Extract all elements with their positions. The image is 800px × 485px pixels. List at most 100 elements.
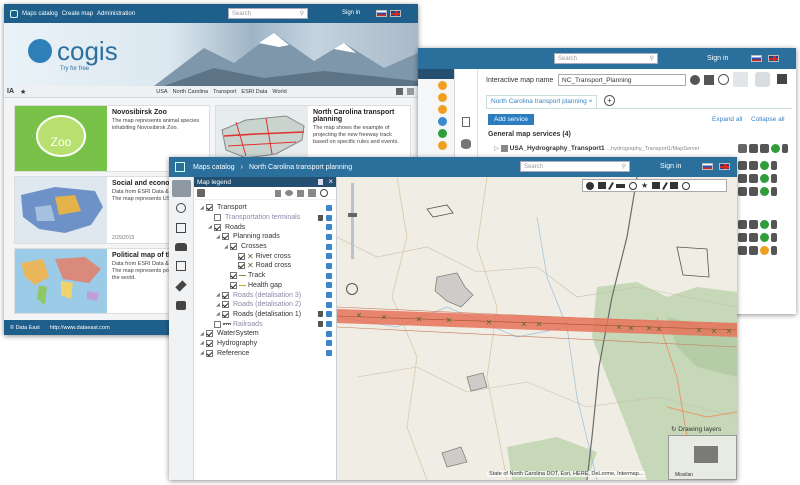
tab-nc-transport[interactable]: North Carolina transport planning × bbox=[486, 95, 598, 108]
legend-layer-row[interactable]: ◢ Crosses bbox=[194, 242, 336, 252]
catalog-search[interactable]: Search ⚲ bbox=[228, 8, 308, 19]
legend-layer-row[interactable]: ◢ Roads (detalisation 2) bbox=[194, 300, 336, 310]
export-icon[interactable] bbox=[670, 182, 679, 189]
legend-layer-row[interactable]: ◢ WaterSystem bbox=[194, 329, 336, 339]
footer-link[interactable]: http://www.dataeast.com bbox=[50, 325, 110, 331]
nav-administration[interactable]: Administration bbox=[97, 11, 135, 17]
check-icon[interactable] bbox=[760, 220, 769, 229]
layer-table-icon[interactable] bbox=[326, 262, 332, 269]
view-icon-label[interactable]: IA bbox=[7, 88, 14, 95]
list-icon[interactable] bbox=[275, 189, 281, 197]
save-icon[interactable] bbox=[777, 74, 787, 84]
grid-view-icon[interactable] bbox=[396, 88, 403, 95]
drawing-layers[interactable]: ↻ Drawing layers bbox=[671, 425, 721, 433]
close-tab-icon[interactable]: × bbox=[589, 98, 593, 105]
shield-icon[interactable] bbox=[749, 246, 758, 255]
zoom-in-icon[interactable] bbox=[629, 181, 637, 190]
legend-layer-row[interactable]: Transportation terminals bbox=[194, 213, 336, 223]
measure-icon[interactable] bbox=[616, 183, 625, 188]
add-service-button[interactable]: Add service bbox=[488, 114, 534, 125]
edit-icon[interactable] bbox=[176, 261, 186, 271]
ruler-icon[interactable] bbox=[662, 181, 669, 190]
shield-icon[interactable] bbox=[749, 220, 758, 229]
layer-table-icon[interactable] bbox=[326, 321, 332, 328]
trash-icon[interactable] bbox=[771, 246, 777, 255]
minimap[interactable]: Missilan bbox=[668, 435, 737, 480]
trash-icon[interactable] bbox=[771, 161, 777, 170]
trash-icon[interactable] bbox=[782, 144, 788, 153]
info-icon[interactable] bbox=[586, 181, 594, 190]
layers-tool-icon[interactable] bbox=[733, 72, 748, 87]
legend-layer-row[interactable]: ◢ Roads (detalisation 3) bbox=[194, 290, 336, 300]
trash-icon[interactable] bbox=[771, 233, 777, 242]
eye-icon[interactable] bbox=[285, 190, 293, 196]
flag-uk-icon[interactable] bbox=[719, 163, 730, 170]
filter-usa[interactable]: USA bbox=[156, 89, 167, 95]
shield-icon[interactable] bbox=[760, 144, 769, 153]
dropdown-icon[interactable] bbox=[308, 189, 316, 197]
gear-icon[interactable] bbox=[755, 72, 770, 87]
database-icon[interactable] bbox=[461, 139, 471, 149]
flag-uk-icon[interactable] bbox=[390, 10, 401, 17]
map-canvas[interactable]: ★ ↻ Drawing layers Missilan State of Nor… bbox=[337, 177, 737, 480]
layer-checkbox[interactable] bbox=[222, 301, 229, 309]
filter-transport[interactable]: Transport bbox=[213, 89, 236, 95]
trash-icon[interactable] bbox=[771, 174, 777, 183]
trash-icon[interactable] bbox=[318, 321, 323, 328]
shield-icon[interactable] bbox=[749, 187, 758, 196]
layer-table-icon[interactable] bbox=[326, 233, 332, 240]
trash-icon[interactable] bbox=[318, 311, 323, 318]
layer-table-icon[interactable] bbox=[326, 214, 332, 221]
eye-icon[interactable] bbox=[738, 144, 747, 153]
star-icon[interactable]: ★ bbox=[20, 88, 26, 96]
filter-esri-data[interactable]: ESRI Data bbox=[241, 89, 267, 95]
nav-maps-catalog[interactable]: Maps catalog bbox=[22, 11, 58, 17]
layer-table-icon[interactable] bbox=[326, 243, 332, 250]
layer-table-icon[interactable] bbox=[326, 292, 332, 299]
layers-stack-icon[interactable] bbox=[197, 189, 205, 197]
home-icon[interactable] bbox=[738, 161, 747, 170]
check-icon[interactable] bbox=[760, 233, 769, 242]
layer-table-icon[interactable] bbox=[326, 282, 332, 289]
nav-create-map[interactable]: Create map bbox=[62, 11, 93, 17]
flag-ru-icon[interactable] bbox=[376, 10, 387, 17]
zoom-handle[interactable] bbox=[348, 213, 357, 217]
layer-checkbox[interactable] bbox=[230, 281, 237, 289]
layer-table-icon[interactable] bbox=[326, 301, 332, 308]
close-icon[interactable]: × bbox=[328, 177, 333, 186]
search-tool-icon[interactable] bbox=[176, 203, 186, 213]
pencil-icon[interactable] bbox=[608, 181, 614, 190]
legend-layer-row[interactable]: ✕ Road cross bbox=[194, 261, 336, 271]
collapse-all-link[interactable]: Collapse all bbox=[751, 116, 785, 123]
map-card-social-economic[interactable]: Social and economic Data from ESRI Data … bbox=[14, 176, 184, 244]
screen-icon[interactable] bbox=[598, 182, 606, 189]
star-icon[interactable]: ★ bbox=[641, 181, 648, 190]
layer-checkbox[interactable] bbox=[214, 223, 221, 231]
layer-table-icon[interactable] bbox=[326, 340, 332, 347]
trash-icon[interactable] bbox=[771, 187, 777, 196]
flag-ru-icon[interactable] bbox=[702, 163, 713, 170]
layer-checkbox[interactable] bbox=[222, 233, 229, 241]
layer-checkbox[interactable] bbox=[230, 272, 237, 280]
hammer-icon[interactable] bbox=[175, 280, 187, 292]
home-icon[interactable] bbox=[738, 187, 747, 196]
shield-icon[interactable] bbox=[749, 233, 758, 242]
add-tab-icon[interactable]: + bbox=[604, 95, 615, 106]
share-icon[interactable] bbox=[682, 181, 691, 190]
layer-table-icon[interactable] bbox=[326, 330, 332, 337]
layer-table-icon[interactable] bbox=[326, 253, 332, 260]
layer-checkbox[interactable] bbox=[206, 339, 213, 347]
check-icon[interactable] bbox=[760, 187, 769, 196]
pin-icon[interactable] bbox=[318, 179, 323, 185]
document-icon[interactable] bbox=[462, 117, 470, 127]
trash-icon[interactable] bbox=[771, 220, 777, 229]
legend-layer-row[interactable]: ◢ Hydrography bbox=[194, 339, 336, 349]
layer-checkbox[interactable] bbox=[206, 204, 213, 212]
map-name-input[interactable]: NC_Transport_Planning bbox=[558, 74, 686, 86]
layer-checkbox[interactable] bbox=[222, 310, 229, 318]
layer-checkbox[interactable] bbox=[238, 252, 245, 260]
print-icon[interactable] bbox=[652, 182, 661, 189]
trash-icon[interactable] bbox=[318, 214, 323, 221]
layer-checkbox[interactable] bbox=[214, 320, 221, 328]
home-icon[interactable] bbox=[749, 144, 758, 153]
